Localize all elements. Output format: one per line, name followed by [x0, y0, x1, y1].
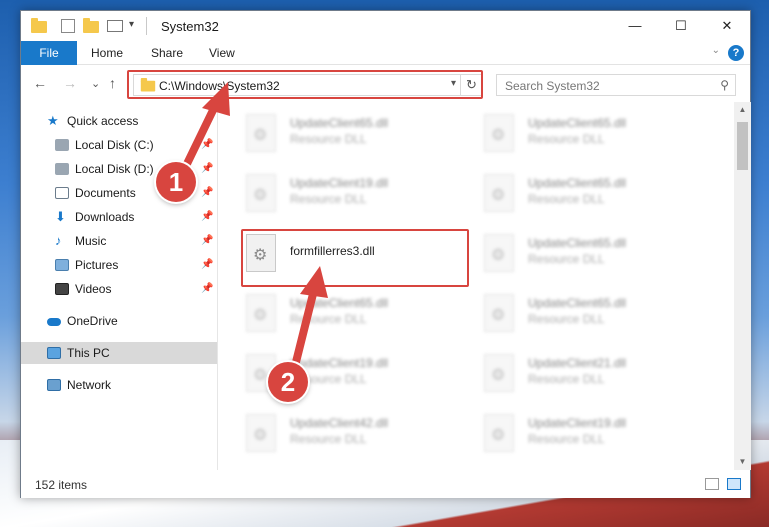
arrow-2-line — [292, 286, 318, 366]
arrow-1-line — [180, 100, 220, 174]
annotation-arrows — [180, 82, 328, 366]
step-1-badge: 1 — [156, 162, 196, 202]
step-2-badge: 2 — [268, 362, 308, 402]
arrow-1-head — [202, 82, 230, 116]
arrow-2-head — [300, 266, 328, 298]
